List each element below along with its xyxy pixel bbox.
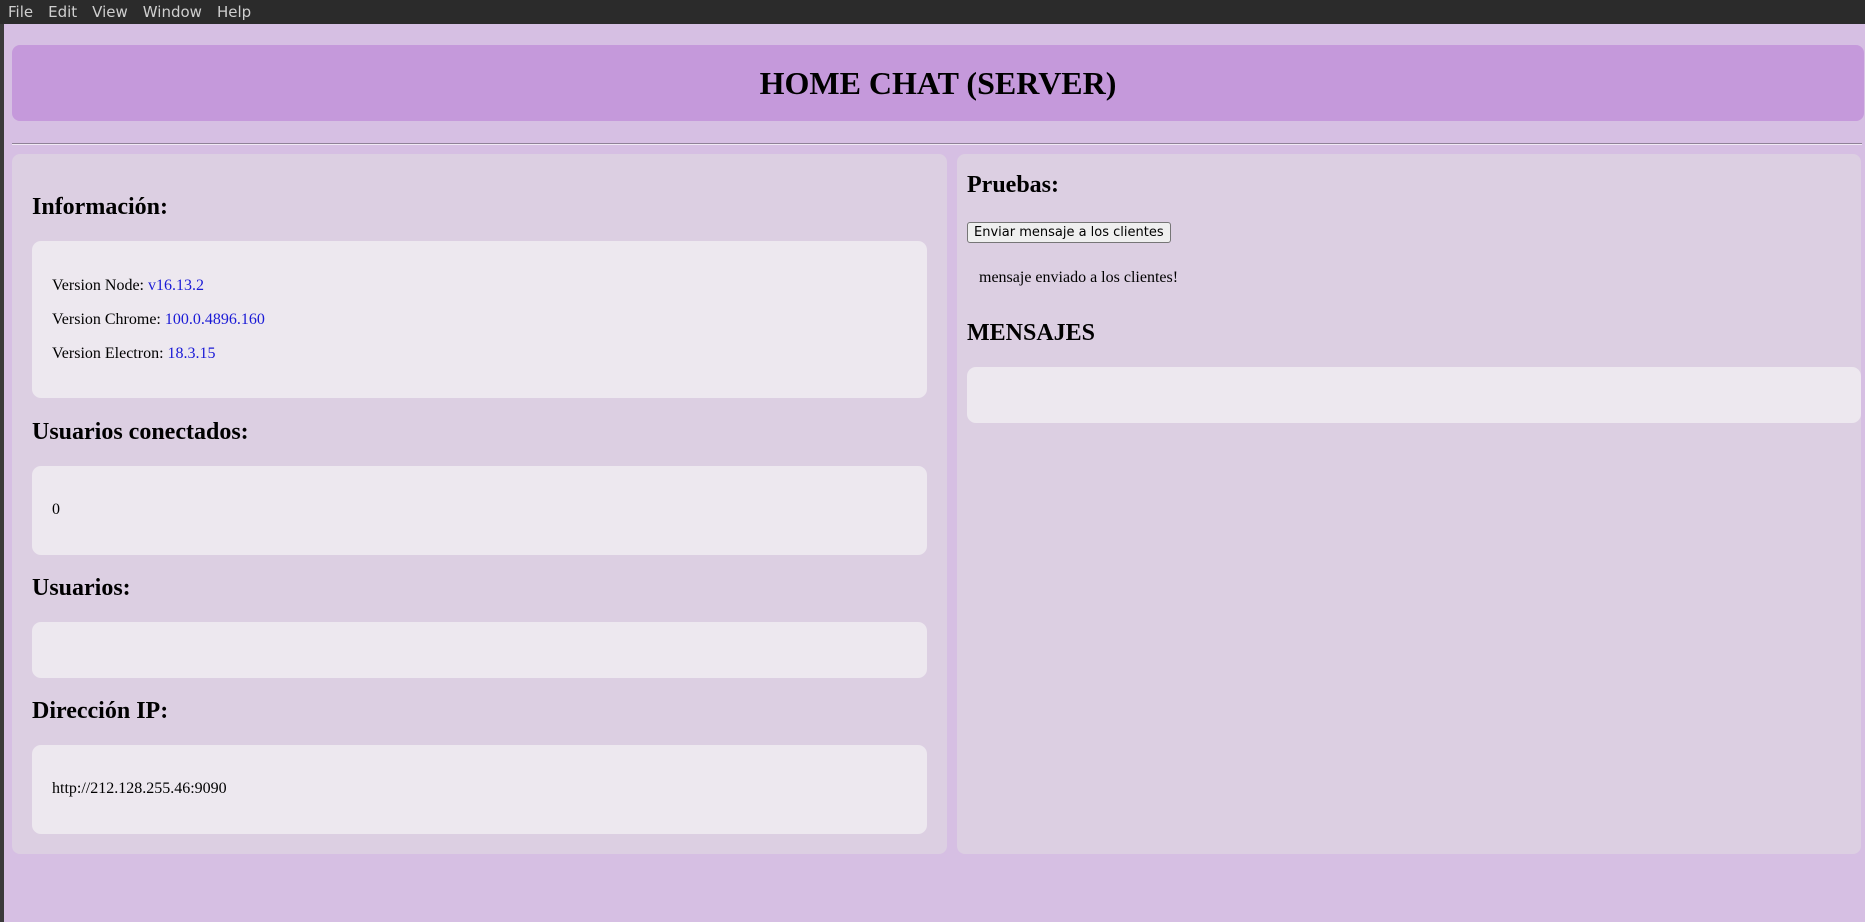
info-heading: Información:	[32, 194, 168, 220]
users-list-box	[32, 622, 927, 678]
electron-version-row: Version Electron: 18.3.15	[52, 345, 216, 363]
connected-users-box: 0	[32, 466, 927, 555]
ip-address-heading: Dirección IP:	[32, 698, 169, 724]
menu-bar: File Edit View Window Help	[0, 0, 1865, 24]
node-version-value: v16.13.2	[147, 277, 204, 294]
messages-heading: MENSAJES	[967, 320, 1096, 346]
header-divider	[12, 143, 1862, 145]
chrome-version-row: Version Chrome: 100.0.4896.160	[52, 311, 265, 329]
info-panel: Información: Version Node: v16.13.2 Vers…	[12, 154, 947, 854]
node-version-label: Version Node:	[52, 277, 144, 294]
connected-users-heading: Usuarios conectados:	[32, 419, 249, 445]
chrome-version-label: Version Chrome:	[52, 311, 161, 328]
menu-window[interactable]: Window	[135, 0, 209, 24]
send-message-button[interactable]: Enviar mensaje a los clientes	[967, 222, 1171, 243]
connected-users-count: 0	[52, 501, 60, 518]
tests-heading: Pruebas:	[967, 172, 1059, 198]
users-heading: Usuarios:	[32, 575, 131, 601]
electron-version-label: Version Electron:	[52, 345, 164, 362]
window-edge	[0, 24, 4, 922]
messages-box	[967, 367, 1861, 423]
menu-edit[interactable]: Edit	[40, 0, 84, 24]
ip-address-box: http://212.128.255.46:9090	[32, 745, 927, 834]
menu-file[interactable]: File	[0, 0, 40, 24]
versions-box: Version Node: v16.13.2 Version Chrome: 1…	[32, 241, 927, 398]
page-title: HOME CHAT (SERVER)	[759, 64, 1117, 101]
menu-view[interactable]: View	[84, 0, 135, 24]
node-version-row: Version Node: v16.13.2	[52, 277, 204, 295]
ip-address-value: http://212.128.255.46:9090	[52, 780, 227, 797]
chrome-version-value: 100.0.4896.160	[164, 311, 265, 328]
electron-version-value: 18.3.15	[167, 345, 216, 362]
app-header: HOME CHAT (SERVER)	[12, 45, 1864, 121]
menu-help[interactable]: Help	[209, 0, 258, 24]
tests-panel: Pruebas: Enviar mensaje a los clientes m…	[957, 154, 1861, 854]
send-status-text: mensaje enviado a los clientes!	[979, 269, 1179, 286]
